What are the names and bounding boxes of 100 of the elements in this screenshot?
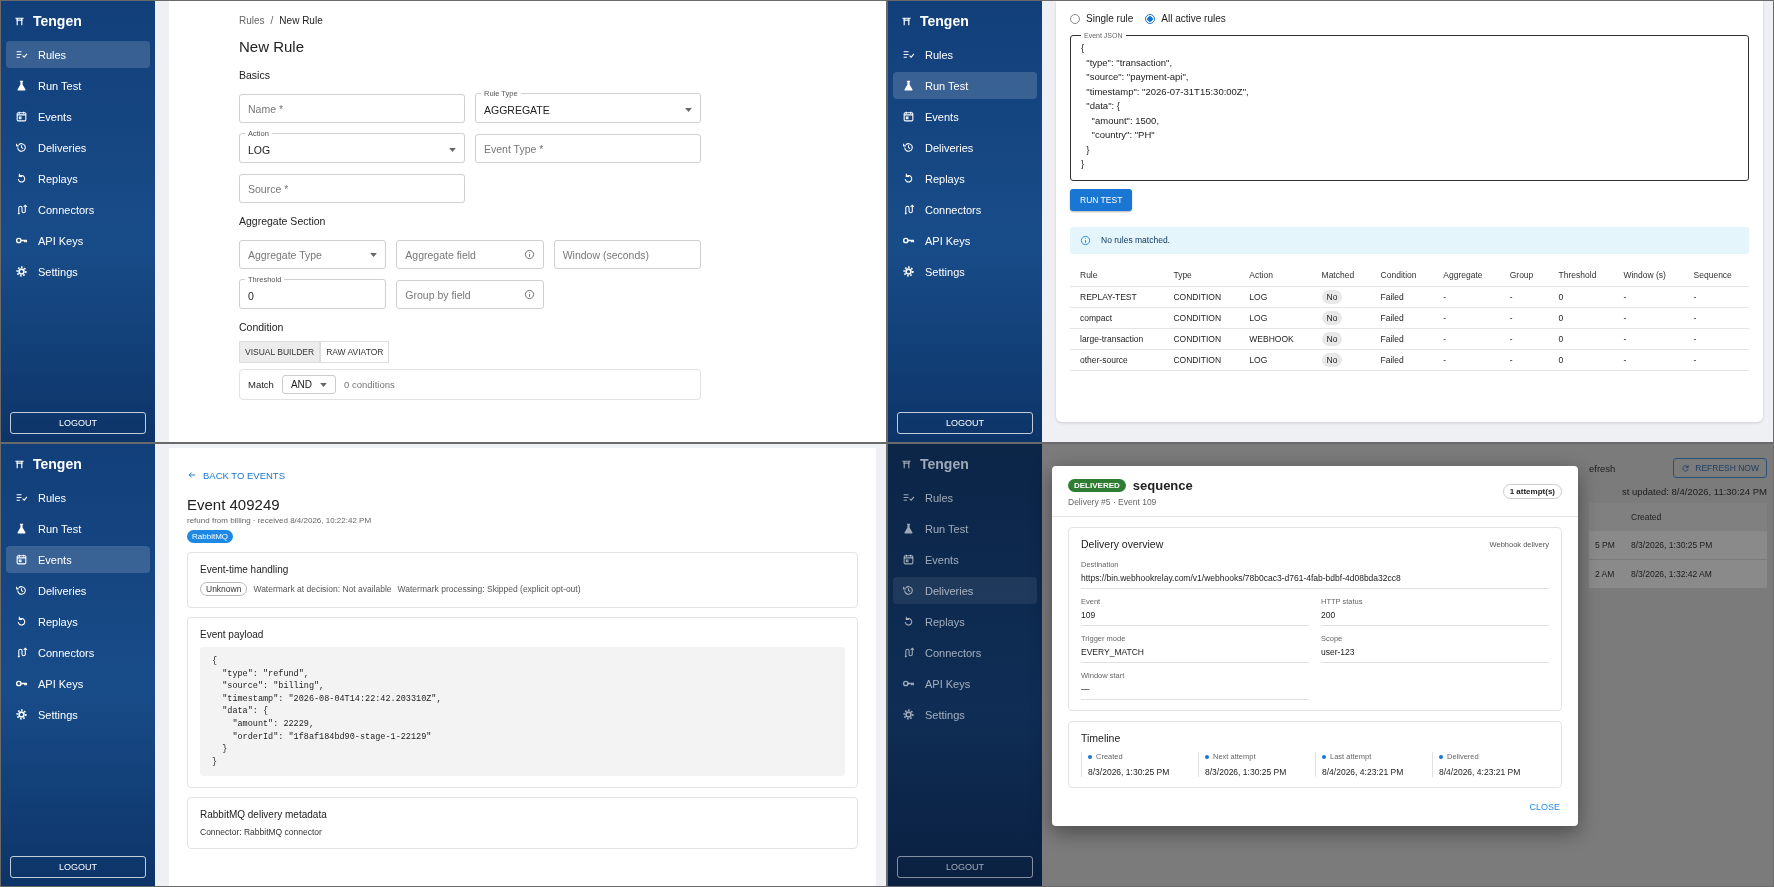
nav-item[interactable]: Deliveries	[893, 577, 1037, 604]
table-cell: compact	[1070, 307, 1164, 328]
checklist-icon	[902, 48, 915, 61]
nav-item[interactable]: Connectors	[6, 196, 150, 223]
status-note: Watermark at decision: Not available	[253, 584, 392, 594]
radio-button[interactable]	[1145, 13, 1156, 24]
nav-item[interactable]: Run Test	[893, 515, 1037, 542]
table-cell: CONDITION	[1163, 307, 1240, 328]
history-icon	[15, 141, 28, 154]
nav-item[interactable]: Replays	[893, 608, 1037, 635]
nav-item[interactable]: Rules	[893, 41, 1037, 68]
mode-toggle[interactable]: RAW AVIATOR	[320, 341, 390, 363]
nav-item[interactable]: Rules	[893, 484, 1037, 511]
nav-item[interactable]: API Keys	[6, 227, 150, 254]
table-cell: CONDITION	[1163, 349, 1240, 370]
replay-icon	[902, 172, 915, 185]
nav-item[interactable]: API Keys	[893, 670, 1037, 697]
column-header: Type	[1163, 263, 1240, 286]
nav-item[interactable]: Connectors	[893, 196, 1037, 223]
text-field[interactable]: Name *	[239, 94, 465, 123]
connector-icon	[902, 646, 915, 659]
text-field[interactable]: Group by field	[396, 280, 544, 309]
nav-item[interactable]: Events	[893, 103, 1037, 130]
nav-item[interactable]: Rules	[6, 41, 150, 68]
nav-item[interactable]: Settings	[893, 258, 1037, 285]
nav-item[interactable]: API Keys	[6, 670, 150, 697]
nav-item[interactable]: Replays	[893, 165, 1037, 192]
nav-item[interactable]: Events	[893, 546, 1037, 573]
checklist-icon	[15, 491, 28, 504]
breadcrumb-link[interactable]: New Rule	[279, 15, 323, 26]
column-header: Sequence	[1683, 263, 1749, 286]
breadcrumb-link[interactable]: Rules	[239, 15, 265, 26]
table-cell: -	[1499, 286, 1549, 307]
section-heading: Condition	[239, 321, 285, 333]
timeline-dot	[1439, 754, 1443, 759]
card-title: Event payload	[200, 629, 265, 640]
nav-item[interactable]: Run Test	[6, 515, 150, 542]
history-icon	[15, 584, 28, 597]
refresh-icon	[1681, 463, 1691, 473]
radio-option[interactable]: Single rule	[1070, 13, 1134, 24]
logout-button[interactable]: LOGOUT	[897, 856, 1033, 878]
table-cell: -	[1499, 307, 1549, 328]
nav-item[interactable]: Run Test	[893, 72, 1037, 99]
nav-item[interactable]: Rules	[6, 484, 150, 511]
nav-item[interactable]: Events	[6, 546, 150, 573]
logout-button[interactable]: LOGOUT	[10, 412, 146, 434]
alert-message: No rules matched.	[1101, 235, 1170, 245]
code-block: { "type": "refund", "source": "billing", "timestamp": "2026-08-04T14:22:42.203310Z", "data": { "amount": 22229, "orderId": "1f8af184bd90-stage-1-22129" } }	[200, 647, 845, 777]
connector-icon	[15, 646, 28, 659]
table-cell: -	[1433, 307, 1500, 328]
breadcrumb-separator: /	[270, 15, 274, 26]
brand-name: Tengen	[33, 456, 82, 472]
back-link[interactable]: BACK TO EVENTS	[187, 469, 285, 481]
column-header: Created	[1631, 512, 1662, 522]
nav-item[interactable]: Settings	[6, 258, 150, 285]
status-chip: No	[1321, 289, 1343, 304]
text-field[interactable]: Window (seconds)	[553, 240, 701, 269]
column-header: Threshold	[1548, 263, 1614, 286]
event-subtitle: refund from billing · received 8/4/2026, 10:22:42 PM	[187, 516, 373, 525]
page-title: New Rule	[239, 38, 306, 55]
nav-item[interactable]: Settings	[6, 701, 150, 728]
text-field[interactable]: Aggregate field	[396, 240, 544, 269]
nav-item[interactable]: Replays	[6, 165, 150, 192]
field-value: https://bin.webhookrelay.com/v1/webhooks/78b0cac3-d761-4fab-bdbf-4d08bda32cc8	[1081, 573, 1402, 583]
text-field[interactable]: Source *	[239, 174, 465, 203]
flask-icon	[902, 79, 915, 92]
nav-item[interactable]: Run Test	[6, 72, 150, 99]
table-cell: Failed	[1370, 328, 1434, 349]
table-cell: -	[1613, 349, 1684, 370]
nav-item[interactable]: Deliveries	[6, 577, 150, 604]
brand-name: Tengen	[920, 13, 969, 29]
nav-item[interactable]: Connectors	[6, 639, 150, 666]
table-cell: CONDITION	[1163, 328, 1240, 349]
checklist-icon	[15, 48, 28, 61]
match-select[interactable]: AND	[281, 375, 336, 394]
source-badge: RabbitMQ	[187, 530, 233, 543]
nav-item[interactable]: Connectors	[893, 639, 1037, 666]
select-field[interactable]: Aggregate Type	[239, 240, 387, 269]
radio-option[interactable]: All active rules	[1145, 13, 1226, 24]
checklist-icon	[902, 491, 915, 504]
column-header: Matched	[1311, 263, 1371, 286]
condition-count: 0 conditions	[344, 379, 395, 390]
timeline-dot	[1205, 754, 1209, 759]
mode-toggle[interactable]: VISUAL BUILDER	[239, 341, 321, 363]
text-field[interactable]: Event Type *	[475, 134, 701, 163]
nav-item[interactable]: Settings	[893, 701, 1037, 728]
close-button[interactable]: CLOSE	[1523, 798, 1566, 816]
logout-button[interactable]: LOGOUT	[897, 412, 1033, 434]
run-test-button[interactable]: RUN TEST	[1070, 188, 1133, 211]
card-title: Event-time handling	[200, 564, 290, 575]
nav-item[interactable]: Deliveries	[6, 134, 150, 161]
nav-item[interactable]: Replays	[6, 608, 150, 635]
table-cell: Failed	[1370, 286, 1434, 307]
table-cell: 8/3/2026, 1:30:25 PM	[1631, 540, 1713, 550]
logout-button[interactable]: LOGOUT	[10, 856, 146, 878]
nav-item[interactable]: API Keys	[893, 227, 1037, 254]
dialog-title: sequence	[1132, 478, 1193, 493]
nav-item[interactable]: Deliveries	[893, 134, 1037, 161]
nav-item[interactable]: Events	[6, 103, 150, 130]
step-time: 8/4/2026, 4:23:21 PM	[1322, 767, 1405, 777]
